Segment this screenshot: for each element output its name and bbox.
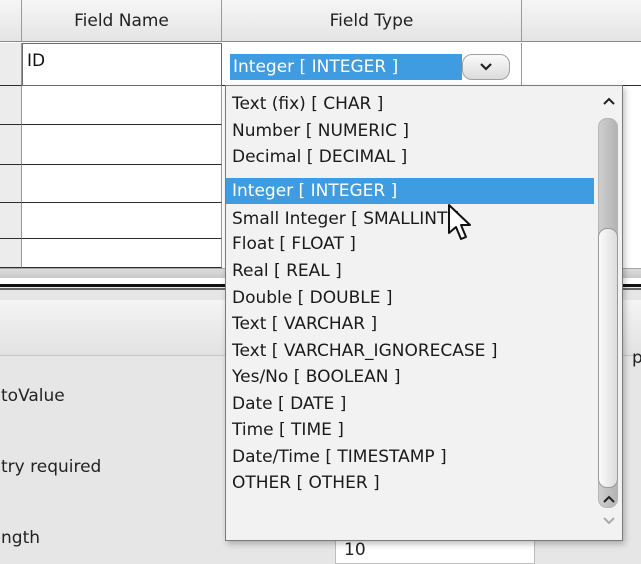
length-value: 10 — [344, 540, 366, 560]
chevron-up-icon — [603, 97, 615, 105]
field-name-cell[interactable] — [22, 203, 222, 239]
dropdown-option[interactable]: Yes/No [ BOOLEAN ] — [226, 364, 594, 390]
dropdown-option[interactable]: OTHER [ OTHER ] — [226, 470, 594, 496]
dropdown-option[interactable]: Double [ DOUBLE ] — [226, 285, 594, 311]
dropdown-scrollbar[interactable] — [595, 86, 623, 540]
dropdown-option[interactable]: Time [ TIME ] — [226, 417, 594, 443]
chevron-down-icon — [603, 517, 615, 525]
row-selector[interactable] — [0, 203, 22, 239]
field-name-cell[interactable] — [22, 125, 222, 165]
dropdown-option[interactable]: Date [ DATE ] — [226, 391, 594, 417]
column-header-field-type[interactable]: Field Type — [222, 0, 522, 42]
row-selector[interactable] — [0, 43, 22, 86]
field-type-header-label: Field Type — [329, 10, 414, 31]
length-label: ngth — [1, 528, 41, 548]
dropdown-option[interactable]: Text [ VARCHAR_IGNORECASE ] — [226, 338, 594, 364]
scroll-up-button-lower[interactable] — [595, 488, 623, 510]
field-type-dropdown-list[interactable]: Text (fix) [ CHAR ] Number [ NUMERIC ] Dec… — [225, 85, 623, 541]
scroll-down-button[interactable] — [595, 510, 623, 532]
autovalue-label: toValue — [1, 386, 65, 406]
row-selector-header — [0, 0, 22, 42]
scrollbar-thumb[interactable] — [598, 228, 618, 488]
dropdown-option[interactable]: Text (fix) [ CHAR ] — [226, 91, 594, 117]
field-type-combobox-value: Integer [ INTEGER ] — [230, 54, 462, 80]
properties-tab-fragment: p — [632, 348, 641, 368]
dropdown-option[interactable]: Integer [ INTEGER ] — [226, 178, 594, 204]
dropdown-option[interactable]: Small Integer [ SMALLINT ] — [226, 206, 594, 232]
field-type-dropdown-button[interactable] — [462, 54, 510, 80]
entry-required-label: try required — [1, 457, 102, 477]
dropdown-option[interactable]: Decimal [ DECIMAL ] — [226, 144, 594, 170]
row-selector[interactable] — [0, 125, 22, 165]
field-name-header-label: Field Name — [74, 10, 169, 31]
row-selector[interactable] — [0, 86, 22, 125]
field-name-cell[interactable] — [22, 165, 222, 203]
mouse-pointer-icon — [448, 204, 471, 240]
chevron-up-icon — [603, 495, 615, 503]
dropdown-option[interactable]: Number [ NUMERIC ] — [226, 118, 594, 144]
field-name-text: ID — [27, 51, 46, 71]
row-selector[interactable] — [0, 165, 22, 203]
description-cell[interactable] — [522, 43, 641, 86]
dropdown-option[interactable]: Date/Time [ TIMESTAMP ] — [226, 444, 594, 470]
dropdown-option[interactable]: Real [ REAL ] — [226, 258, 594, 284]
field-name-cell[interactable]: ID — [22, 43, 222, 86]
dropdown-option[interactable]: Float [ FLOAT ] — [226, 231, 594, 257]
row-selector[interactable] — [0, 239, 22, 268]
scroll-up-button[interactable] — [595, 90, 623, 112]
dropdown-option[interactable]: Text [ VARCHAR ] — [226, 311, 594, 337]
field-name-cell[interactable] — [22, 86, 222, 125]
column-header-description[interactable] — [522, 0, 641, 42]
chevron-down-icon — [480, 63, 492, 71]
column-header-field-name[interactable]: Field Name — [22, 0, 222, 42]
field-name-cell[interactable] — [22, 239, 222, 268]
